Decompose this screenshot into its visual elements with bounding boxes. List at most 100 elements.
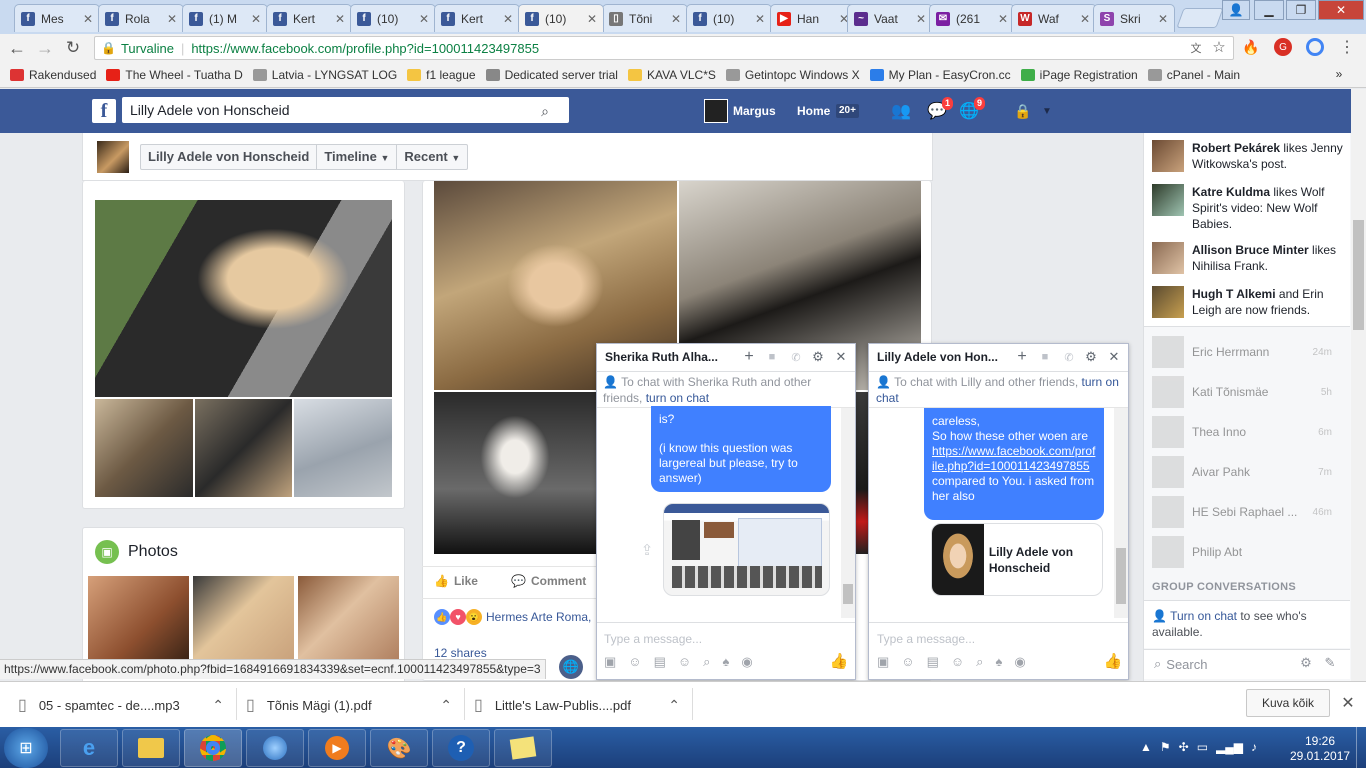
shares-count[interactable]: 12 shares: [434, 646, 487, 660]
featured-photo-small[interactable]: [294, 399, 392, 497]
chat-title[interactable]: Lilly Adele von Hon...: [877, 350, 998, 364]
taskbar-ie-icon[interactable]: e: [60, 729, 118, 767]
tab-close-icon[interactable]: ✕: [167, 12, 177, 26]
tab-close-icon[interactable]: ✕: [1158, 12, 1168, 26]
tray-expand-icon[interactable]: ▲: [1140, 740, 1152, 754]
browser-tab[interactable]: ▯ Tõni ✕: [602, 4, 688, 32]
tab-close-icon[interactable]: ✕: [916, 12, 926, 26]
shared-screenshot-attachment[interactable]: [663, 503, 830, 596]
taskbar-explorer-icon[interactable]: [122, 729, 180, 767]
close-downloads-icon[interactable]: ✕: [1339, 693, 1357, 713]
share-icon[interactable]: ⇪: [638, 540, 656, 560]
reload-icon[interactable]: ↻: [62, 37, 84, 59]
photos-title[interactable]: Photos: [128, 543, 178, 561]
page-scrollbar[interactable]: [1351, 89, 1366, 681]
attach-icon[interactable]: ⌕: [703, 654, 710, 670]
photo-thumbnail[interactable]: [193, 576, 294, 660]
extension-circle-icon[interactable]: [1306, 38, 1324, 56]
tab-close-icon[interactable]: ✕: [671, 12, 681, 26]
bookmark-item[interactable]: iPage Registration: [1020, 68, 1138, 82]
extension-badge-icon[interactable]: G: [1274, 38, 1292, 56]
contact-item[interactable]: Philip Abt: [1152, 532, 1346, 572]
turn-on-chat-link[interactable]: turn on chat: [646, 391, 709, 405]
sidebar-search-input[interactable]: ⌕ Search: [1154, 656, 1207, 672]
turn-on-chat-link[interactable]: Turn on chat: [1170, 609, 1237, 623]
video-call-icon[interactable]: ■: [1037, 348, 1053, 366]
camera-icon[interactable]: ◉: [1014, 654, 1025, 670]
user-avatar[interactable]: [704, 99, 728, 123]
add-friend-icon[interactable]: +: [741, 348, 757, 366]
avatar[interactable]: [1152, 286, 1184, 318]
facebook-logo-icon[interactable]: f: [92, 99, 116, 123]
chevron-up-icon[interactable]: ⌃: [668, 697, 680, 714]
avatar[interactable]: [1152, 140, 1184, 172]
browser-tab[interactable]: f Kert ✕: [266, 4, 352, 32]
featured-photo-small[interactable]: [95, 399, 193, 497]
privacy-shortcuts-icon[interactable]: 🔒: [1012, 101, 1034, 121]
comment-button[interactable]: 💬 Comment: [511, 574, 586, 588]
photo-icon[interactable]: ▣: [877, 654, 889, 670]
minimize-button[interactable]: ▁: [1254, 0, 1284, 20]
profile-share-card[interactable]: Lilly Adele von Honscheid: [931, 523, 1103, 596]
browser-tab[interactable]: f (10) ✕: [350, 4, 436, 32]
browser-tab[interactable]: f Kert ✕: [434, 4, 520, 32]
close-icon[interactable]: ✕: [1106, 348, 1122, 366]
avatar[interactable]: [1152, 242, 1184, 274]
download-item[interactable]: ▯ Little's Law-Publis....pdf ⌃: [474, 690, 686, 720]
browser-tab[interactable]: ~ Vaat ✕: [847, 4, 933, 32]
close-window-button[interactable]: ✕: [1318, 0, 1364, 20]
tray-app-icon[interactable]: ✣: [1179, 740, 1189, 754]
download-item[interactable]: ▯ Tõnis Mägi (1).pdf ⌃: [246, 690, 458, 720]
tray-flag-icon[interactable]: ⚑: [1160, 740, 1171, 754]
taskbar-notes-icon[interactable]: [494, 729, 552, 767]
profile-thumbnail[interactable]: [97, 141, 129, 173]
featured-photo-large[interactable]: [95, 200, 392, 397]
taskbar-media-player-icon[interactable]: ▶: [308, 729, 366, 767]
tray-display-icon[interactable]: ▭: [1197, 740, 1208, 754]
facebook-search-input[interactable]: Lilly Adele von Honscheid: [122, 97, 569, 123]
browser-tab[interactable]: f Rola ✕: [98, 4, 184, 32]
taskbar-network-app-icon[interactable]: [246, 729, 304, 767]
ticker-story[interactable]: Robert Pekárek likes Jenny Witkowska's p…: [1152, 140, 1348, 172]
tray-signal-icon[interactable]: ▂▄▆: [1216, 740, 1243, 754]
add-friend-icon[interactable]: +: [1014, 348, 1030, 366]
photo-thumbnail[interactable]: [88, 576, 189, 660]
bookmark-item[interactable]: KAVA VLC*S: [627, 68, 716, 82]
menu-icon[interactable]: ⋮: [1338, 38, 1356, 56]
recent-dropdown[interactable]: Recent ▼: [397, 145, 467, 170]
browser-tab[interactable]: W Waf ✕: [1011, 4, 1097, 32]
sent-message-bubble[interactable]: careless, So how these other woen are ht…: [924, 408, 1104, 520]
photo-thumbnail[interactable]: [298, 576, 399, 660]
tab-close-icon[interactable]: ✕: [503, 12, 513, 26]
account-dropdown-icon[interactable]: ▼: [1040, 101, 1054, 121]
browser-tab[interactable]: f (10) ✕: [686, 4, 772, 32]
bookmark-item[interactable]: Getintopc Windows X: [725, 68, 860, 82]
emoji-icon[interactable]: ☺: [951, 654, 964, 670]
bookmark-item[interactable]: My Plan - EasyCron.cc: [869, 68, 1011, 82]
game-icon[interactable]: ♠: [995, 654, 1002, 670]
message-input[interactable]: Type a message...: [604, 632, 702, 646]
tab-close-icon[interactable]: ✕: [419, 12, 429, 26]
browser-tab[interactable]: ✉ (261 ✕: [929, 4, 1015, 32]
browser-tab[interactable]: S Skri ✕: [1093, 4, 1175, 32]
chat-scrollbar-thumb[interactable]: [1116, 548, 1126, 604]
windows-start-button[interactable]: ⊞: [4, 728, 48, 768]
tray-volume-icon[interactable]: ♪: [1251, 740, 1257, 754]
ticker-actor[interactable]: Hugh T Alkemi: [1192, 287, 1276, 301]
avatar[interactable]: [1152, 184, 1184, 216]
new-message-icon[interactable]: ✎: [1322, 655, 1338, 671]
clock[interactable]: 19:26 29.01.2017: [1290, 734, 1350, 764]
translate-icon[interactable]: 文: [1188, 40, 1204, 56]
browser-tab[interactable]: f (1) M ✕: [182, 4, 268, 32]
restore-button[interactable]: ❐: [1286, 0, 1316, 20]
gif-icon[interactable]: ▤: [927, 654, 939, 670]
profile-link-in-message[interactable]: https://www.facebook.com/profile.php?id=…: [932, 444, 1095, 473]
sent-message-bubble[interactable]: is? (i know this question was largereal …: [651, 406, 831, 492]
ticker-story[interactable]: Hugh T Alkemi and Erin Leigh are now fri…: [1152, 286, 1348, 318]
phone-icon[interactable]: ✆: [788, 348, 804, 366]
browser-tab[interactable]: f Mes ✕: [14, 4, 100, 32]
search-icon[interactable]: ⌕: [534, 101, 556, 121]
post-photo[interactable]: [434, 392, 596, 554]
taskbar-paint-icon[interactable]: 🎨: [370, 729, 428, 767]
globe-icon[interactable]: 🌐: [559, 655, 583, 679]
